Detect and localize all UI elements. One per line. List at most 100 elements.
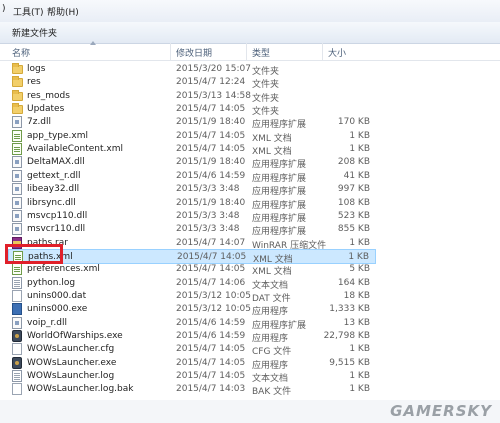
file-name: WOWsLauncher.cfg — [27, 344, 115, 355]
folder-icon — [12, 63, 23, 74]
file-size: 22,798 KB — [323, 331, 370, 341]
file-name: unins000.exe — [27, 304, 88, 315]
file-size: 5 KB — [349, 264, 370, 275]
xml-icon — [12, 263, 22, 276]
file-size: 1 KB — [349, 130, 370, 141]
file-modified-date: 2015/1/9 18:40 — [176, 117, 246, 128]
column-header: 名称 修改日期 类型 大小 — [0, 41, 500, 61]
file-size: 1 KB — [349, 384, 370, 395]
toolbar: 新建文件夹 — [0, 22, 500, 44]
file-size: 1 KB — [349, 144, 370, 155]
new-folder-button[interactable]: 新建文件夹 — [6, 25, 63, 40]
file-modified-date: 2015/4/7 14:05 — [176, 344, 246, 355]
file-name: logs — [27, 64, 46, 74]
log-icon — [12, 276, 22, 289]
blank-file-icon — [12, 289, 22, 302]
xml-icon — [12, 143, 22, 156]
file-modified-date: 2015/1/9 18:40 — [176, 197, 246, 208]
file-modified-date: 2015/3/3 3:48 — [176, 224, 240, 235]
file-size: 13 KB — [343, 317, 370, 328]
dll-icon — [12, 316, 22, 329]
file-name: WOWsLauncher.exe — [27, 357, 117, 368]
file-name: libeay32.dll — [27, 184, 80, 195]
file-name: WorldOfWarships.exe — [27, 331, 123, 341]
xml-icon — [12, 129, 22, 142]
file-modified-date: 2015/4/6 14:59 — [176, 170, 246, 181]
file-name: 7z.dll — [27, 117, 52, 128]
file-name: python.log — [27, 277, 76, 288]
file-modified-date: 2015/3/12 10:05 — [176, 290, 251, 301]
file-size: 1,333 KB — [329, 304, 370, 315]
file-name: AvailableContent.xml — [27, 144, 123, 155]
file-name: Updates — [27, 104, 65, 115]
status-area: GAMERSKY — [0, 400, 500, 423]
file-name: unins000.dat — [27, 290, 87, 301]
file-size: 523 KB — [337, 210, 370, 221]
blank-file-icon — [12, 343, 22, 356]
file-modified-date: 2015/4/7 12:24 — [176, 77, 246, 88]
column-divider[interactable] — [170, 43, 171, 60]
sort-ascending-icon — [90, 41, 96, 45]
file-name: app_type.xml — [27, 130, 89, 141]
column-type[interactable]: 类型 — [252, 46, 270, 59]
column-date[interactable]: 修改日期 — [176, 46, 212, 59]
file-modified-date: 2015/3/12 10:05 — [176, 304, 251, 315]
file-modified-date: 2015/4/7 14:05 — [177, 251, 247, 262]
file-modified-date: 2015/4/7 14:07 — [176, 237, 246, 248]
file-modified-date: 2015/4/7 14:05 — [176, 357, 246, 368]
dll-icon — [12, 116, 22, 129]
file-modified-date: 2015/4/7 14:05 — [176, 371, 246, 382]
folder-icon — [12, 103, 23, 115]
column-size[interactable]: 大小 — [328, 46, 346, 59]
file-modified-date: 2015/4/6 14:59 — [176, 331, 246, 341]
log-icon — [12, 370, 22, 383]
file-size: 9,515 KB — [329, 357, 370, 368]
file-size: 1 KB — [349, 344, 370, 355]
file-size: 108 KB — [337, 197, 370, 208]
file-name: msvcp110.dll — [27, 210, 88, 221]
file-size: 208 KB — [337, 157, 370, 168]
file-modified-date: 2015/3/13 14:58 — [176, 90, 251, 101]
file-name: gettext_r.dll — [27, 170, 81, 181]
file-name: res — [27, 77, 41, 88]
dll-icon — [12, 156, 22, 169]
file-modified-date: 2015/3/3 3:48 — [176, 210, 240, 221]
file-row[interactable]: WOWsLauncher.log.bak 2015/4/7 14:03 BAK 文件… — [8, 382, 376, 397]
game-exe-icon — [12, 356, 22, 369]
menu-help[interactable]: 帮助(H) — [44, 4, 82, 19]
column-divider[interactable] — [322, 43, 323, 60]
folder-icon — [12, 76, 23, 88]
highlight-annotation — [5, 244, 63, 264]
file-modified-date: 2015/1/9 18:40 — [176, 157, 246, 168]
file-size: 997 KB — [337, 184, 370, 195]
file-size: 855 KB — [337, 224, 370, 235]
file-size: 164 KB — [337, 277, 370, 288]
menu-tools[interactable]: 工具(T) — [10, 4, 47, 19]
file-modified-date: 2015/4/7 14:05 — [176, 144, 246, 155]
file-name: msvcr110.dll — [27, 224, 86, 235]
dll-icon — [12, 209, 22, 222]
installer-icon — [12, 303, 22, 316]
menu-bar-edge: ) — [2, 4, 6, 14]
file-modified-date: 2015/4/7 14:05 — [176, 264, 246, 275]
file-name: librsync.dll — [27, 197, 76, 208]
menu-bar: ) 工具(T) 帮助(H) — [0, 0, 500, 23]
dll-icon — [12, 196, 22, 209]
folder-icon — [12, 89, 23, 101]
file-modified-date: 2015/3/3 3:48 — [176, 184, 240, 195]
column-divider[interactable] — [246, 43, 247, 60]
watermark-logo: GAMERSKY — [390, 402, 492, 420]
column-name[interactable]: 名称 — [12, 46, 30, 59]
file-name: preferences.xml — [27, 264, 100, 275]
file-size: 41 KB — [343, 170, 370, 181]
dll-icon — [12, 183, 22, 196]
file-modified-date: 2015/4/6 14:59 — [176, 317, 246, 328]
dll-icon — [12, 169, 22, 182]
file-name: WOWsLauncher.log — [27, 371, 115, 382]
file-name: voip_r.dll — [27, 317, 67, 328]
file-modified-date: 2015/4/7 14:05 — [176, 130, 246, 141]
file-modified-date: 2015/4/7 14:03 — [176, 384, 246, 395]
blank-file-icon — [12, 383, 22, 396]
file-size: 1 KB — [348, 251, 369, 262]
file-size: 170 KB — [337, 117, 370, 128]
